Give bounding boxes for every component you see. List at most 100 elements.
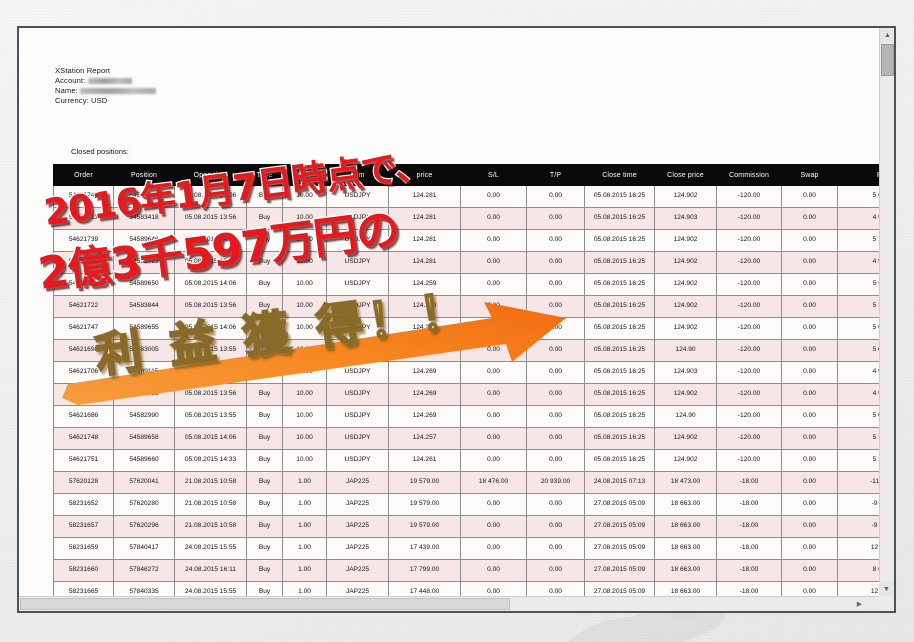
table-row[interactable]: 54621744 54589650 05.08.2015 14:06 Buy 10.00… bbox=[53, 273, 881, 296]
cell-type: Buy bbox=[246, 471, 283, 494]
column-header-close-price[interactable]: Close price bbox=[654, 164, 717, 186]
scroll-up-arrow-icon[interactable]: ▲ bbox=[880, 28, 894, 42]
cell-item: JAP225 bbox=[326, 537, 389, 560]
table-row[interactable]: 58231652 57620280 21.08.2015 10:58 Buy 1.00 J… bbox=[53, 493, 881, 516]
cell-swap: 0.00 bbox=[781, 207, 838, 230]
table-row[interactable]: 54621748 54589658 05.08.2015 14:06 Buy 10.00… bbox=[53, 427, 881, 450]
vertical-scrollbar[interactable]: ▲ bbox=[879, 28, 894, 599]
cell-item: USDJPY bbox=[326, 361, 389, 384]
cell-commission: -18.00 bbox=[716, 559, 782, 582]
column-header-close-time[interactable]: Close time bbox=[584, 164, 655, 186]
column-header-swap[interactable]: Swap bbox=[781, 164, 838, 186]
cell-order: 54621715 bbox=[53, 251, 114, 274]
cell-swap: 0.00 bbox=[781, 317, 838, 340]
cell-commission: -18.00 bbox=[716, 471, 782, 494]
cell-close-time: 05.08.2015 16:25 bbox=[584, 185, 655, 208]
report-header-block: XStation Report Account: Name: Currency:… bbox=[55, 66, 157, 106]
currency-label: Currency: bbox=[55, 95, 89, 105]
table-row[interactable]: 54621715 54583723 05.08.2015 13:56 Buy 10.00… bbox=[53, 251, 881, 274]
cell-lots: 10.00 bbox=[282, 427, 327, 450]
cell-open-time: 05.08.2015 13:56 bbox=[174, 207, 247, 230]
cell-type: Buy bbox=[246, 515, 283, 538]
table-row[interactable]: 58231660 57846272 24.08.2015 16:11 Buy 1.00 J… bbox=[53, 559, 881, 582]
table-row[interactable]: 54621706 54589115 05.08.2015 14:06 Buy 10.00… bbox=[53, 361, 881, 384]
column-header-profit[interactable]: Profit bbox=[837, 164, 881, 186]
table-row[interactable]: 54621686 54582990 05.08.2015 13:55 Buy 10.00… bbox=[53, 405, 881, 428]
table-row[interactable]: 54621751 54589660 05.08.2015 14:33 Buy 10.00… bbox=[53, 449, 881, 472]
table-row[interactable]: 54621722 54583844 05.08.2015 13:56 Buy 10.00… bbox=[53, 295, 881, 318]
cell-order: 54621686 bbox=[53, 405, 114, 428]
table-row[interactable]: 54621739 54589646 05.08.2015 14:06 Buy 10.00… bbox=[53, 229, 881, 252]
column-header-position[interactable]: Position bbox=[113, 164, 175, 186]
column-header-open-time[interactable]: Open time bbox=[174, 164, 247, 186]
cell-position: 54583844 bbox=[113, 295, 175, 318]
cell-type: Buy bbox=[246, 537, 283, 560]
table-row[interactable]: 54621743 54589638 05.08.2015 14:06 Buy 10.00… bbox=[53, 185, 881, 208]
table-row[interactable]: 58231659 57840417 24.08.2015 15:55 Buy 1.00 J… bbox=[53, 537, 881, 560]
cell-swap: 0.00 bbox=[781, 295, 838, 318]
column-header-order[interactable]: Order bbox=[53, 164, 114, 186]
cell-order: 54621698 bbox=[53, 339, 114, 362]
scroll-down-arrow-icon[interactable]: ▼ bbox=[879, 582, 894, 596]
cell-type: Buy bbox=[246, 185, 283, 208]
horizontal-scroll-thumb[interactable] bbox=[20, 598, 510, 610]
cell-swap: 0.00 bbox=[781, 493, 838, 516]
cell-profit: 5 611.64 bbox=[837, 273, 881, 296]
cell-swap: 0.00 bbox=[781, 427, 838, 450]
column-header-t-p[interactable]: T/P bbox=[526, 164, 585, 186]
cell-order: 54621751 bbox=[53, 449, 114, 472]
cell-lots: 10.00 bbox=[282, 207, 327, 230]
cell-type: Buy bbox=[246, 251, 283, 274]
cell-item: JAP225 bbox=[326, 493, 389, 516]
screenshot-root: XStation Report Account: Name: Currency:… bbox=[0, 0, 914, 642]
column-header-commission[interactable]: Commission bbox=[716, 164, 782, 186]
column-header-item[interactable]: Item bbox=[326, 164, 389, 186]
cell-t-p: 0.00 bbox=[526, 405, 585, 428]
scroll-right-arrow-icon[interactable]: ▶ bbox=[852, 597, 867, 611]
cell-profit: 5 131.28 bbox=[837, 449, 881, 472]
horizontal-scrollbar[interactable]: ▶ bbox=[19, 596, 883, 611]
cell-lots: 10.00 bbox=[282, 317, 327, 340]
cell-item: USDJPY bbox=[326, 405, 389, 428]
vertical-scroll-thumb[interactable] bbox=[881, 44, 894, 76]
cell-price: 124.261 bbox=[388, 449, 461, 472]
cell-t-p: 0.00 bbox=[526, 449, 585, 472]
column-header-lots[interactable]: Lots bbox=[282, 164, 327, 186]
table-row[interactable]: 57620128 57620041 21.08.2015 10:58 Buy 1.00 J… bbox=[53, 471, 881, 494]
table-row[interactable]: 54621747 54589655 05.08.2015 14:06 Buy 10.00… bbox=[53, 317, 881, 340]
column-header-price[interactable]: price bbox=[388, 164, 461, 186]
cell-lots: 10.00 bbox=[282, 251, 327, 274]
cell-t-p: 0.00 bbox=[526, 515, 585, 538]
cell-commission: -18.00 bbox=[716, 493, 782, 516]
cell-close-price: 124.902 bbox=[654, 295, 717, 318]
table-row[interactable]: 54621698 54583005 05.08.2015 13:55 Buy 10.00… bbox=[53, 339, 881, 362]
cell-price: 19 579.00 bbox=[388, 515, 461, 538]
cell-s-l: 0.00 bbox=[460, 317, 527, 340]
cell-item: USDJPY bbox=[326, 229, 389, 252]
cell-price: 17 439.00 bbox=[388, 537, 461, 560]
cell-profit: 4 971.22 bbox=[837, 383, 881, 406]
cell-item: USDJPY bbox=[326, 339, 389, 362]
closed-positions-label: Closed positions: bbox=[71, 147, 129, 156]
cell-commission: -120.00 bbox=[716, 405, 782, 428]
cell-t-p: 0.00 bbox=[526, 339, 585, 362]
column-header-s-l[interactable]: S/L bbox=[460, 164, 527, 186]
cell-profit: -9 160.00 bbox=[837, 493, 881, 516]
table-row[interactable]: 58231657 57620296 21.08.2015 10:58 Buy 1.00 J… bbox=[53, 515, 881, 538]
cell-close-price: 124.90 bbox=[654, 339, 717, 362]
cell-close-time: 05.08.2015 16:25 bbox=[584, 427, 655, 450]
table-header-row: Order Position Open time Type Lots Item price S… bbox=[53, 164, 881, 186]
cell-commission: -120.00 bbox=[716, 317, 782, 340]
table-row[interactable]: 54621731 54583885 05.08.2015 13:56 Buy 10.00… bbox=[53, 383, 881, 406]
cell-close-price: 124.902 bbox=[654, 427, 717, 450]
table-row[interactable]: 54621711 54583418 05.08.2015 13:56 Buy 10.00… bbox=[53, 207, 881, 230]
cell-swap: 0.00 bbox=[781, 229, 838, 252]
cell-profit: 4 971.22 bbox=[837, 251, 881, 274]
cell-profit: -11 060.00 bbox=[837, 471, 881, 494]
column-header-type[interactable]: Type bbox=[246, 164, 283, 186]
closed-positions-table: Order Position Open time Type Lots Item price S… bbox=[53, 164, 881, 598]
cell-commission: -120.00 bbox=[716, 207, 782, 230]
cell-open-time: 05.08.2015 14:06 bbox=[174, 185, 247, 208]
cell-order: 54621739 bbox=[53, 229, 114, 252]
cell-s-l: 0.00 bbox=[460, 405, 527, 428]
